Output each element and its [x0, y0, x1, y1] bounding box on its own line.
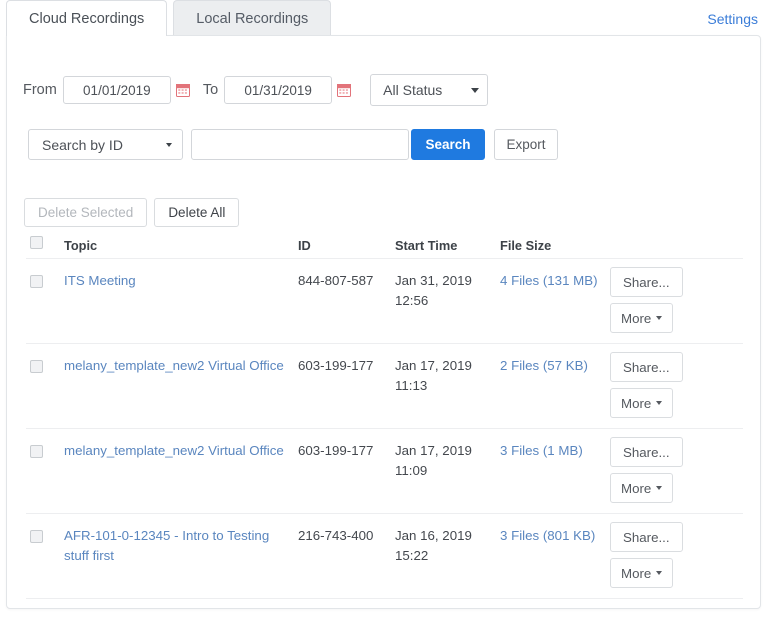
file-size-link[interactable]: 3 Files (1 MB) — [500, 443, 583, 458]
tab-local-recordings-label: Local Recordings — [196, 11, 308, 27]
row-select-cell — [26, 271, 64, 294]
tab-local-recordings[interactable]: Local Recordings — [173, 0, 331, 36]
table-row: melany_template_new2 Virtual Office 603-… — [26, 344, 743, 429]
row-id-cell: 216-743-400 — [298, 526, 395, 546]
row-start-time-cell: Jan 31, 2019 12:56 — [395, 271, 500, 311]
search-by-value: Search by ID — [42, 137, 123, 153]
search-input[interactable] — [191, 129, 409, 160]
tab-bar: Cloud Recordings Local Recordings — [0, 0, 768, 36]
share-button[interactable]: Share... — [610, 352, 683, 382]
row-topic-cell: melany_template_new2 Virtual Office — [64, 441, 298, 461]
to-date-input[interactable] — [224, 76, 332, 104]
from-date-input[interactable] — [63, 76, 171, 104]
table-row: ITS Meeting 844-807-587 Jan 31, 2019 12:… — [26, 259, 743, 344]
recording-topic-link[interactable]: ITS Meeting — [64, 271, 144, 291]
row-actions-cell: Share... More — [610, 526, 743, 588]
search-row: Search by ID Search Export — [28, 129, 558, 160]
from-label: From — [23, 82, 57, 98]
more-button[interactable]: More — [610, 558, 673, 588]
row-file-size-cell: 3 Files (801 KB) — [500, 526, 610, 546]
chevron-down-icon — [656, 401, 662, 405]
row-start-time-cell: Jan 17, 2019 11:13 — [395, 356, 500, 396]
recordings-panel: From To — [6, 35, 761, 609]
chevron-down-icon — [656, 486, 662, 490]
row-time: 15:22 — [395, 546, 500, 566]
more-button[interactable]: More — [610, 303, 673, 333]
row-date: Jan 17, 2019 — [395, 358, 472, 373]
select-all-cell — [26, 236, 64, 254]
file-size-link[interactable]: 4 Files (131 MB) — [500, 273, 598, 288]
calendar-icon[interactable] — [337, 83, 351, 97]
tab-cloud-recordings-label: Cloud Recordings — [29, 11, 144, 27]
share-button[interactable]: Share... — [610, 437, 683, 467]
row-file-size-cell: 2 Files (57 KB) — [500, 356, 610, 376]
column-header-file-size: File Size — [500, 238, 610, 253]
row-checkbox[interactable] — [30, 530, 43, 543]
row-checkbox[interactable] — [30, 445, 43, 458]
row-date: Jan 16, 2019 — [395, 528, 472, 543]
column-header-topic: Topic — [64, 238, 298, 253]
recording-topic-link[interactable]: AFR-101-0-12345 - Intro to Testing stuff… — [64, 526, 298, 566]
row-time: 12:56 — [395, 291, 500, 311]
row-actions-cell: Share... More — [610, 356, 743, 418]
row-select-cell — [26, 441, 64, 464]
row-start-time-cell: Jan 17, 2019 11:09 — [395, 441, 500, 481]
row-actions-cell: Share... More — [610, 441, 743, 503]
row-actions-cell: Share... More — [610, 271, 743, 333]
row-select-cell — [26, 526, 64, 549]
row-file-size-cell: 3 Files (1 MB) — [500, 441, 610, 461]
row-id-cell: 603-199-177 — [298, 356, 395, 376]
tab-cloud-recordings[interactable]: Cloud Recordings — [6, 0, 167, 36]
column-header-id: ID — [298, 238, 395, 253]
chevron-down-icon — [166, 143, 172, 147]
delete-all-button[interactable]: Delete All — [154, 198, 239, 227]
row-date: Jan 17, 2019 — [395, 443, 472, 458]
chevron-down-icon — [471, 88, 479, 93]
date-filter-row: From To — [23, 74, 488, 106]
recordings-table: Topic ID Start Time File Size ITS Meetin… — [26, 232, 743, 599]
recording-topic-link[interactable]: melany_template_new2 Virtual Office — [64, 356, 292, 376]
bulk-actions-row: Delete Selected Delete All — [24, 198, 239, 227]
row-topic-cell: melany_template_new2 Virtual Office — [64, 356, 298, 376]
status-filter-value: All Status — [383, 82, 442, 98]
more-button-label: More — [621, 311, 651, 326]
row-date: Jan 31, 2019 — [395, 273, 472, 288]
search-by-select[interactable]: Search by ID — [28, 129, 183, 160]
share-button[interactable]: Share... — [610, 522, 683, 552]
file-size-link[interactable]: 3 Files (801 KB) — [500, 528, 595, 543]
table-row: AFR-101-0-12345 - Intro to Testing stuff… — [26, 514, 743, 599]
search-button[interactable]: Search — [411, 129, 485, 160]
row-id-cell: 603-199-177 — [298, 441, 395, 461]
to-label: To — [203, 82, 218, 98]
more-button[interactable]: More — [610, 388, 673, 418]
row-select-cell — [26, 356, 64, 379]
table-header-row: Topic ID Start Time File Size — [26, 232, 743, 259]
share-button[interactable]: Share... — [610, 267, 683, 297]
row-topic-cell: AFR-101-0-12345 - Intro to Testing stuff… — [64, 526, 298, 566]
export-button[interactable]: Export — [494, 129, 558, 160]
settings-link[interactable]: Settings — [707, 11, 758, 27]
delete-selected-button[interactable]: Delete Selected — [24, 198, 147, 227]
row-file-size-cell: 4 Files (131 MB) — [500, 271, 610, 291]
row-checkbox[interactable] — [30, 360, 43, 373]
chevron-down-icon — [656, 316, 662, 320]
status-filter-select[interactable]: All Status — [370, 74, 488, 106]
more-button-label: More — [621, 481, 651, 496]
row-start-time-cell: Jan 16, 2019 15:22 — [395, 526, 500, 566]
more-button-label: More — [621, 566, 651, 581]
select-all-checkbox[interactable] — [30, 236, 43, 249]
row-topic-cell: ITS Meeting — [64, 271, 298, 291]
row-checkbox[interactable] — [30, 275, 43, 288]
row-id-cell: 844-807-587 — [298, 271, 395, 291]
row-time: 11:09 — [395, 461, 500, 481]
column-header-start-time: Start Time — [395, 238, 500, 253]
file-size-link[interactable]: 2 Files (57 KB) — [500, 358, 588, 373]
more-button[interactable]: More — [610, 473, 673, 503]
row-time: 11:13 — [395, 376, 500, 396]
chevron-down-icon — [656, 571, 662, 575]
recording-topic-link[interactable]: melany_template_new2 Virtual Office — [64, 441, 292, 461]
calendar-icon[interactable] — [176, 83, 190, 97]
more-button-label: More — [621, 396, 651, 411]
table-row: melany_template_new2 Virtual Office 603-… — [26, 429, 743, 514]
